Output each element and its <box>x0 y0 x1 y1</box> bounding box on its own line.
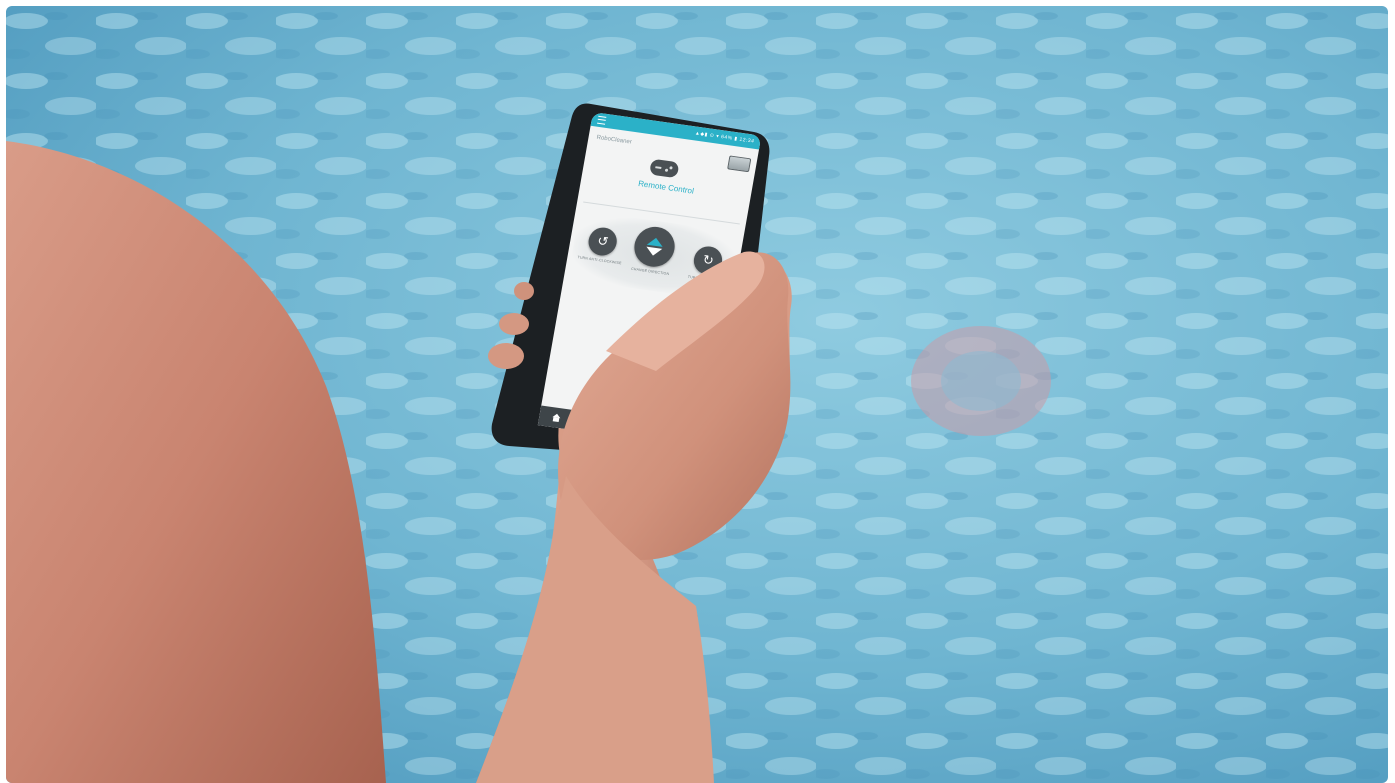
rotate-right-icon: ↻ <box>701 251 716 269</box>
turn-clockwise-label: TURN CLOCKWISE <box>687 274 723 284</box>
turn-clockwise-button[interactable]: ↻ <box>691 244 725 277</box>
robot-icon[interactable] <box>727 155 752 173</box>
control-pad: ↺ TURN ANTI-CLOCKWISE CHANGE DIRECTION ↻… <box>567 210 741 302</box>
turn-anticlockwise-button[interactable]: ↺ <box>586 225 620 258</box>
turn-clockwise-control: ↻ TURN CLOCKWISE <box>687 244 727 283</box>
home-icon <box>552 413 562 419</box>
change-direction-button[interactable] <box>631 224 678 270</box>
gamepad-icon <box>584 418 596 427</box>
arrow-down-icon <box>645 246 663 257</box>
hamburger-icon[interactable] <box>597 115 607 125</box>
photo-frame: ▲◆▮ ⊙ ▾ 64% ▮ 12:34 RoboCleaner Remote C… <box>6 6 1388 783</box>
arrow-up-icon <box>646 236 665 247</box>
rotate-left-icon: ↺ <box>596 232 610 250</box>
change-direction-control: CHANGE DIRECTION <box>630 224 678 276</box>
change-direction-label: CHANGE DIRECTION <box>630 266 670 277</box>
gamepad-icon <box>649 158 680 179</box>
turn-anticlockwise-label: TURN ANTI-CLOCKWISE <box>577 255 622 266</box>
turn-anticlockwise-control: ↺ TURN ANTI-CLOCKWISE <box>577 225 627 266</box>
